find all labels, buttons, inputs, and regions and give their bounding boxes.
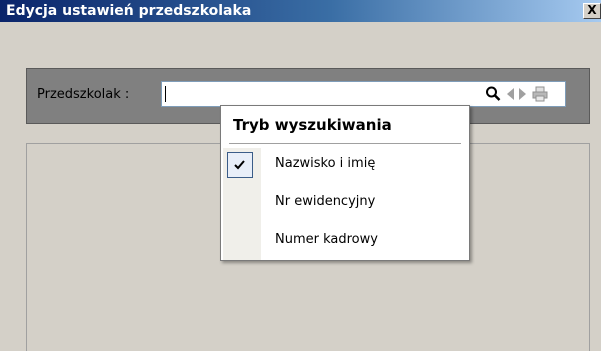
search-label: Przedszkolak : [37, 87, 130, 102]
menu-title: Tryb wyszukiwania [233, 116, 392, 134]
close-button[interactable]: X [583, 3, 601, 19]
text-caret [165, 86, 166, 102]
search-mode-menu: Tryb wyszukiwania Nazwisko i imię Nr ewi… [220, 105, 470, 261]
print-icon[interactable] [532, 85, 548, 103]
check-icon [234, 160, 245, 170]
menu-item-nr-ewidencyjny[interactable]: Nr ewidencyjny [221, 186, 469, 220]
menu-item-label: Numer kadrowy [275, 232, 378, 247]
window-titlebar: Edycja ustawień przedszkolaka X [0, 0, 601, 22]
next-arrow-icon[interactable] [515, 85, 531, 103]
menu-item-label: Nazwisko i imię [275, 156, 376, 171]
window-title: Edycja ustawień przedszkolaka [6, 3, 252, 19]
checkmark-box [227, 152, 253, 178]
search-icon[interactable] [485, 85, 501, 103]
menu-item-numer-kadrowy[interactable]: Numer kadrowy [221, 224, 469, 258]
menu-item-label: Nr ewidencyjny [275, 194, 376, 209]
menu-separator [229, 143, 461, 144]
menu-item-nazwisko-imie[interactable]: Nazwisko i imię [221, 148, 469, 182]
